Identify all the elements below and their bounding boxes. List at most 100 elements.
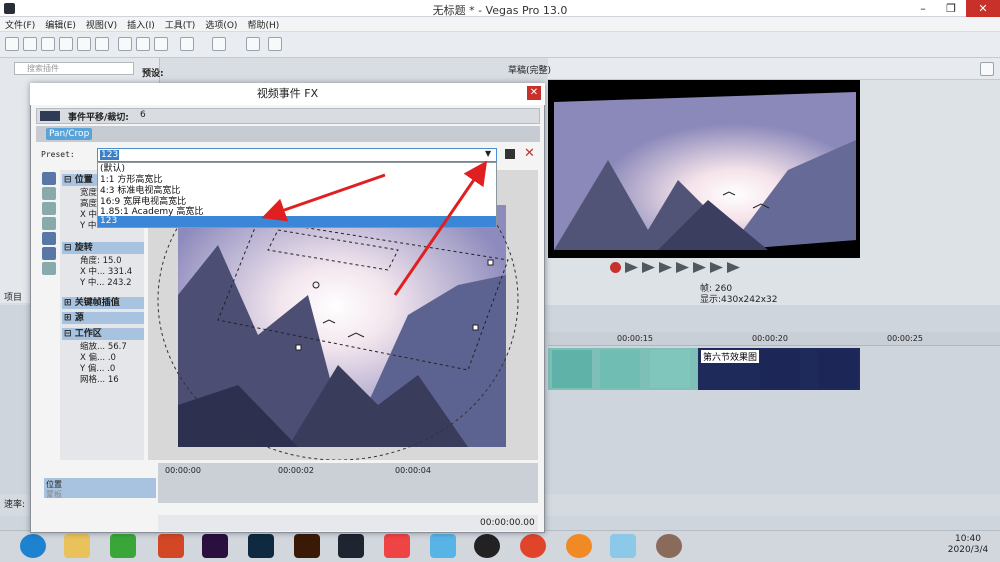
loop-icon[interactable]	[625, 262, 638, 273]
rotate-icon[interactable]	[42, 217, 56, 230]
fx-chain-count: 6	[140, 110, 146, 120]
prop-value[interactable]: 243.2	[107, 278, 131, 288]
save-preset-icon[interactable]	[505, 149, 515, 159]
dialog-close-button[interactable]: ✕	[527, 86, 541, 100]
prop-label: 角度:	[80, 256, 100, 266]
play-icon[interactable]	[659, 262, 672, 273]
prop-value[interactable]: .0	[107, 364, 115, 374]
prop-value[interactable]: 56.7	[108, 342, 127, 352]
cut-icon[interactable]	[118, 37, 132, 51]
keyframe-timeline[interactable]	[158, 463, 538, 503]
prop-value[interactable]: 331.4	[108, 267, 132, 277]
prop-label: 网格...	[80, 375, 106, 385]
delete-preset-icon[interactable]: ✕	[524, 146, 535, 161]
render-icon[interactable]	[77, 37, 91, 51]
prop-label: 宽度	[80, 188, 98, 198]
menu-help[interactable]: 帮助(H)	[242, 17, 284, 32]
system-clock[interactable]: 10:40 2020/3/4	[938, 534, 998, 556]
mask-icon[interactable]	[42, 247, 56, 260]
menu-insert[interactable]: 插入(I)	[122, 17, 160, 32]
go-to-end-icon[interactable]	[727, 262, 740, 273]
timeline-tick: 00:00:25	[887, 334, 923, 343]
menu-view[interactable]: 视图(V)	[81, 17, 122, 32]
new-icon[interactable]	[5, 37, 19, 51]
section-workspace[interactable]: ⊟ 工作区	[62, 328, 144, 340]
prop-value[interactable]: 15.0	[103, 256, 122, 266]
paste-icon[interactable]	[154, 37, 168, 51]
title-bar: 无标题 * - Vegas Pro 13.0 – ❐ ✕	[0, 0, 1000, 17]
close-window-button[interactable]: ✕	[966, 0, 1000, 17]
project-tab[interactable]: 项目	[4, 290, 22, 303]
app-icon-red[interactable]	[384, 534, 410, 558]
go-to-start-icon[interactable]	[710, 262, 723, 273]
move-icon[interactable]	[42, 262, 56, 275]
prop-value[interactable]: .0	[108, 353, 116, 363]
app-icon-light[interactable]	[610, 534, 636, 558]
chevron-down-icon[interactable]: ▼	[485, 149, 491, 158]
qq-icon[interactable]	[474, 534, 500, 558]
redo-icon[interactable]	[212, 37, 226, 51]
menu-edit[interactable]: 编辑(E)	[40, 17, 81, 32]
record-icon[interactable]	[610, 262, 621, 273]
file-explorer-icon[interactable]	[64, 534, 90, 558]
clock-time: 10:40	[955, 534, 981, 544]
pan-crop-tab[interactable]: Pan/Crop	[46, 128, 93, 140]
preview-settings-icon[interactable]	[980, 62, 994, 76]
normal-edit-icon[interactable]	[42, 172, 56, 185]
wechat-icon[interactable]	[110, 534, 136, 558]
section-keyframe[interactable]: ⊞ 关键帧插值	[62, 297, 144, 309]
section-keyframe-label: 关键帧插值	[74, 298, 120, 308]
clip-label: 第六节效果图	[701, 350, 760, 363]
preview-quality-select[interactable]: 草稿(完整)	[508, 63, 551, 76]
clip-thumbnail	[600, 350, 640, 388]
crop-icon[interactable]	[42, 232, 56, 245]
menu-tools[interactable]: 工具(T)	[160, 17, 201, 32]
copy-icon[interactable]	[136, 37, 150, 51]
menu-options[interactable]: 选项(O)	[200, 17, 242, 32]
vegas-icon[interactable]	[338, 534, 364, 558]
stop-icon[interactable]	[693, 262, 706, 273]
section-source[interactable]: ⊞ 源	[62, 312, 144, 324]
preview-image	[554, 92, 856, 250]
prop-value[interactable]: 16	[108, 375, 119, 385]
photoshop-icon[interactable]	[248, 534, 274, 558]
play-from-start-icon[interactable]	[642, 262, 655, 273]
select-icon[interactable]	[42, 187, 56, 200]
section-source-label: 源	[74, 313, 84, 323]
browser-icon[interactable]	[20, 534, 46, 558]
undo-icon[interactable]	[180, 37, 194, 51]
preset-label: Preset:	[41, 150, 75, 159]
open-icon[interactable]	[23, 37, 37, 51]
prop-label: X 中...	[80, 267, 106, 277]
powerpoint-icon[interactable]	[158, 534, 184, 558]
save-as-icon[interactable]	[59, 37, 73, 51]
kf-tick: 00:00:02	[278, 466, 314, 475]
illustrator-icon[interactable]	[294, 534, 320, 558]
rotation-props: 角度: 15.0 X 中... 331.4 Y 中... 243.2	[80, 256, 132, 289]
app-icon-orange[interactable]	[566, 534, 592, 558]
user-avatar-icon[interactable]	[656, 534, 682, 558]
pause-icon[interactable]	[676, 262, 689, 273]
app-icon-blue[interactable]	[430, 534, 456, 558]
properties-icon[interactable]	[95, 37, 109, 51]
section-workspace-label: 工作区	[74, 329, 102, 339]
premiere-icon[interactable]	[202, 534, 228, 558]
enable-snapping-icon[interactable]	[246, 37, 260, 51]
fx-chain-label: 事件平移/裁切:	[68, 113, 129, 123]
transport-controls	[610, 262, 810, 276]
search-plugins-input[interactable]: 搜索插件	[14, 62, 134, 75]
kf-mask-track[interactable]: 蒙板	[46, 489, 62, 500]
minimize-button[interactable]: –	[910, 0, 936, 17]
dialog-title: 视频事件 FX	[30, 83, 545, 105]
clip-thumbnail	[552, 350, 592, 388]
save-icon[interactable]	[41, 37, 55, 51]
menu-bar: 文件(F) 编辑(E) 视图(V) 插入(I) 工具(T) 选项(O) 帮助(H)	[0, 17, 1000, 32]
preset-label: 预设:	[142, 69, 164, 79]
prop-label: Y 偏...	[80, 364, 105, 374]
auto-ripple-icon[interactable]	[268, 37, 282, 51]
section-rotation[interactable]: ⊟ 旋转	[62, 242, 144, 254]
maximize-button[interactable]: ❐	[938, 0, 964, 17]
menu-file[interactable]: 文件(F)	[0, 17, 40, 32]
zoom-icon[interactable]	[42, 202, 56, 215]
chrome-icon[interactable]	[520, 534, 546, 558]
